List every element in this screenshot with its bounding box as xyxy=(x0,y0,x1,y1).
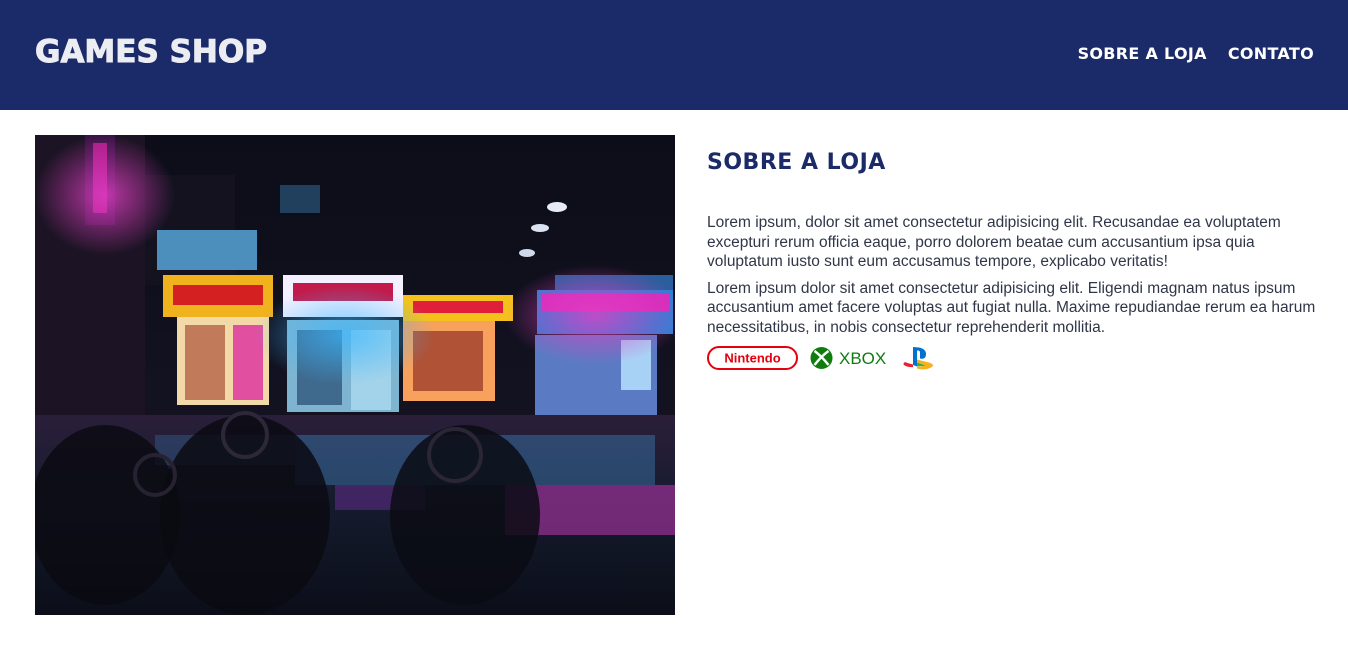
main-nav: SOBRE A LOJA CONTATO xyxy=(1078,44,1314,63)
playstation-icon xyxy=(903,347,933,370)
xbox-logo: XBOX xyxy=(810,347,886,369)
nintendo-logo: Nintendo xyxy=(707,346,798,370)
nav-link-sobre[interactable]: SOBRE A LOJA xyxy=(1078,44,1207,63)
section-title: SOBRE A LOJA xyxy=(707,150,886,175)
site-logo[interactable]: GAMES SHOP xyxy=(35,34,268,71)
about-section: SOBRE A LOJA Lorem ipsum, dolor sit amet… xyxy=(707,150,1317,370)
nintendo-label: Nintendo xyxy=(724,351,780,366)
console-logos: Nintendo XBOX xyxy=(707,346,1317,370)
xbox-label: XBOX xyxy=(839,349,886,368)
about-paragraph-1: Lorem ipsum, dolor sit amet consectetur … xyxy=(707,214,1281,270)
store-photo xyxy=(35,135,675,615)
about-paragraph-2: Lorem ipsum dolor sit amet consectetur a… xyxy=(707,279,1316,336)
nav-link-contato[interactable]: CONTATO xyxy=(1228,44,1314,63)
site-header: GAMES SHOP SOBRE A LOJA CONTATO xyxy=(0,0,1348,110)
